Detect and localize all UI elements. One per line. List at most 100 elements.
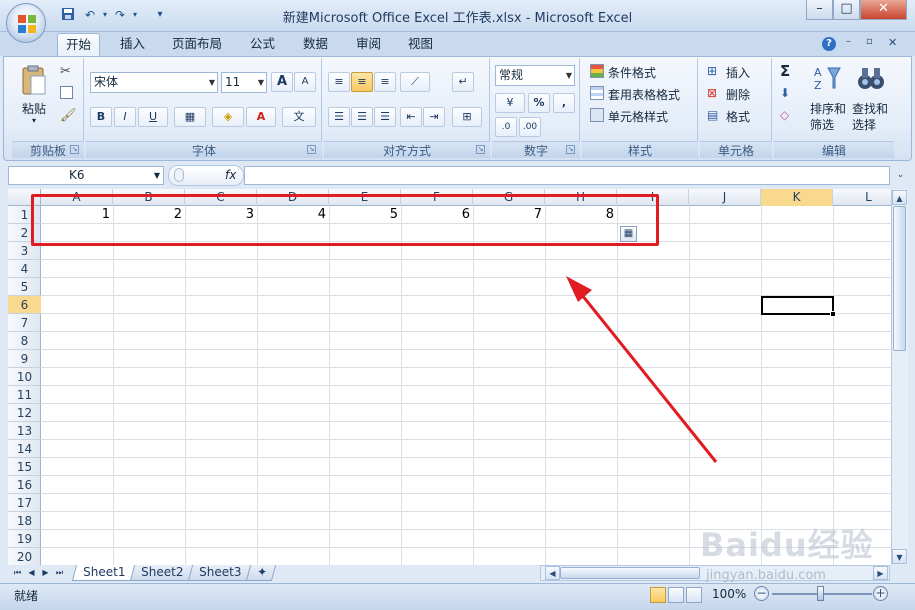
ribbon-restore-icon[interactable]: ▫ (866, 36, 873, 47)
active-cell-outline[interactable] (761, 296, 834, 315)
row-header-17[interactable]: 17 (8, 494, 41, 512)
shrink-font-button[interactable]: A (294, 72, 316, 92)
vertical-scroll-thumb[interactable] (893, 206, 906, 351)
align-top-icon[interactable]: ≡ (328, 72, 350, 92)
delete-cells-button[interactable]: 删除 (726, 86, 750, 103)
row-header-7[interactable]: 7 (8, 314, 41, 332)
italic-button[interactable]: I (114, 107, 136, 127)
currency-icon[interactable]: ¥ (495, 93, 525, 113)
expand-formula-bar-icon[interactable]: ⌄ (894, 166, 907, 185)
row-header-15[interactable]: 15 (8, 458, 41, 476)
row-header-18[interactable]: 18 (8, 512, 41, 530)
row-header-16[interactable]: 16 (8, 476, 41, 494)
row-header-10[interactable]: 10 (8, 368, 41, 386)
office-button[interactable] (6, 3, 46, 43)
sheet-tab-sheet2[interactable]: Sheet2 (129, 565, 195, 581)
insert-sheet-icon[interactable]: ✦ (245, 565, 277, 581)
close-button[interactable]: ✕ (860, 0, 907, 20)
find-select-button[interactable]: 查找和 (852, 100, 888, 117)
comma-button[interactable]: , (553, 93, 575, 113)
ribbon-minimize-icon[interactable]: – (846, 36, 851, 47)
dialog-launcher-icon[interactable]: ↘ (307, 145, 316, 154)
column-header-k[interactable]: K (761, 189, 833, 206)
row-header-13[interactable]: 13 (8, 422, 41, 440)
row-header-5[interactable]: 5 (8, 278, 41, 296)
scroll-right-icon[interactable]: ▶ (873, 566, 888, 580)
minimize-button[interactable]: – (806, 0, 833, 20)
insert-function-button[interactable]: fx (168, 165, 244, 186)
align-center-icon[interactable]: ☰ (351, 107, 373, 127)
last-sheet-icon[interactable]: ⏭ (54, 566, 65, 579)
paste-button[interactable]: 粘贴 (22, 100, 46, 117)
bold-button[interactable]: B (90, 107, 112, 127)
row-header-11[interactable]: 11 (8, 386, 41, 404)
increase-decimal-icon[interactable]: .0 (495, 117, 517, 137)
dialog-launcher-icon[interactable]: ↘ (566, 145, 575, 154)
row-header-8[interactable]: 8 (8, 332, 41, 350)
merge-center-icon[interactable]: ⊞ (452, 107, 482, 127)
border-button[interactable]: ▦ (174, 107, 206, 127)
next-sheet-icon[interactable]: ▶ (40, 566, 51, 579)
align-bottom-icon[interactable]: ≡ (374, 72, 396, 92)
zoom-level[interactable]: 100% (712, 587, 746, 601)
sheet-tab-sheet1[interactable]: Sheet1 (71, 565, 137, 581)
find-select-button-line2[interactable]: 选择 (852, 116, 876, 133)
scroll-left-icon[interactable]: ◀ (545, 566, 560, 580)
font-name-select[interactable]: 宋体 ▼ (90, 72, 218, 93)
row-header-19[interactable]: 19 (8, 530, 41, 548)
tab-view[interactable]: 视图 (400, 33, 441, 56)
insert-cells-button[interactable]: 插入 (726, 64, 750, 81)
row-header-4[interactable]: 4 (8, 260, 41, 278)
row-header-20[interactable]: 20 (8, 548, 41, 566)
sort-filter-button[interactable]: 排序和 (810, 100, 846, 117)
page-layout-view-icon[interactable] (668, 587, 684, 603)
decrease-indent-icon[interactable]: ⇤ (400, 107, 422, 127)
paste-icon[interactable] (20, 64, 48, 98)
font-color-button[interactable]: A (246, 107, 276, 127)
tab-page-layout[interactable]: 页面布局 (164, 33, 230, 56)
format-cells-button[interactable]: 格式 (726, 108, 750, 125)
scroll-up-icon[interactable]: ▲ (892, 190, 907, 205)
grow-font-button[interactable]: A (271, 72, 293, 92)
dialog-launcher-icon[interactable]: ↘ (70, 145, 79, 154)
percent-button[interactable]: % (528, 93, 550, 113)
horizontal-scroll-thumb[interactable] (560, 567, 700, 579)
orientation-icon[interactable]: ⟋ (400, 72, 430, 92)
cell-styles-button[interactable]: 单元格样式 (608, 108, 668, 125)
chevron-down-icon[interactable]: ▾ (32, 116, 36, 125)
normal-view-icon[interactable] (650, 587, 666, 603)
format-as-table-button[interactable]: 套用表格格式 (608, 86, 680, 103)
prev-sheet-icon[interactable]: ◀ (26, 566, 37, 579)
column-header-j[interactable]: J (689, 189, 761, 206)
align-left-icon[interactable]: ☰ (328, 107, 350, 127)
number-format-select[interactable]: 常规 ▼ (495, 65, 575, 86)
row-header-14[interactable]: 14 (8, 440, 41, 458)
sort-filter-button-line2[interactable]: 筛选 (810, 116, 834, 133)
wrap-text-icon[interactable]: ↵ (452, 72, 474, 92)
copy-icon[interactable] (60, 86, 73, 99)
zoom-out-button[interactable]: − (754, 586, 769, 601)
name-box[interactable]: K6 ▼ (8, 166, 164, 185)
fill-down-icon[interactable]: ⬇ (780, 86, 790, 100)
maximize-button[interactable]: □ (833, 0, 860, 20)
tab-data[interactable]: 数据 (295, 33, 336, 56)
zoom-slider-thumb[interactable] (817, 586, 824, 601)
fill-color-button[interactable]: ◈ (212, 107, 244, 127)
first-sheet-icon[interactable]: ⏮ (12, 566, 23, 579)
page-break-view-icon[interactable] (686, 587, 702, 603)
format-painter-icon[interactable]: 🖌 (60, 108, 77, 123)
formula-input[interactable] (244, 166, 890, 185)
tab-review[interactable]: 审阅 (348, 33, 389, 56)
tab-formulas[interactable]: 公式 (242, 33, 283, 56)
autosum-button[interactable]: Σ (780, 62, 790, 80)
row-header-12[interactable]: 12 (8, 404, 41, 422)
cut-icon[interactable]: ✂ (60, 64, 71, 79)
scroll-down-icon[interactable]: ▼ (892, 549, 907, 564)
dialog-launcher-icon[interactable]: ↘ (476, 145, 485, 154)
underline-button[interactable]: U (138, 107, 168, 127)
row-header-9[interactable]: 9 (8, 350, 41, 368)
ribbon-close-icon[interactable]: ✕ (888, 36, 897, 49)
zoom-in-button[interactable]: + (873, 586, 888, 601)
help-icon[interactable]: ? (822, 37, 836, 51)
align-middle-icon[interactable]: ≡ (351, 72, 373, 92)
